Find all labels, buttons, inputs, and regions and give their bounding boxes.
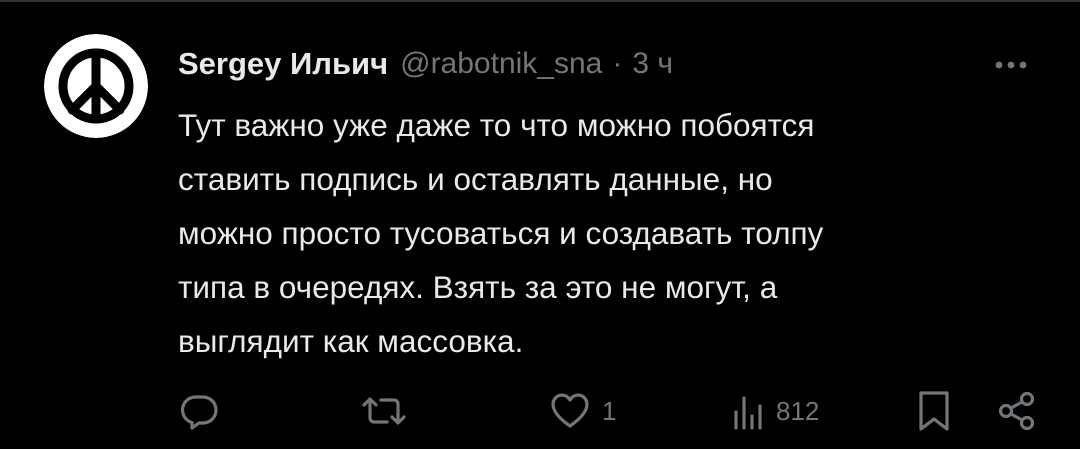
- author-handle[interactable]: @rabotnik_sna: [400, 47, 602, 81]
- repost-button[interactable]: [360, 388, 418, 434]
- more-icon: [995, 61, 1027, 69]
- share-icon: [998, 391, 1035, 431]
- repost-icon: [362, 397, 406, 425]
- tweet-actions: 1 812: [178, 388, 1040, 434]
- tweet-text: Тут важно уже даже то что можно побоятся…: [178, 107, 824, 359]
- avatar[interactable]: [44, 34, 148, 138]
- tweet-timestamp[interactable]: 3 ч: [632, 47, 673, 81]
- tweet[interactable]: Sergey Ильич @rabotnik_sna · 3 ч Тут важ…: [0, 2, 1080, 449]
- views-button[interactable]: 812: [730, 388, 819, 434]
- tweet-header: Sergey Ильич @rabotnik_sna · 3 ч: [178, 42, 673, 86]
- share-button[interactable]: [996, 388, 1038, 434]
- reply-icon: [180, 395, 218, 430]
- more-button[interactable]: [986, 48, 1036, 82]
- bookmark-icon: [919, 391, 949, 431]
- peace-sign-icon: [44, 34, 148, 138]
- header-separator: ·: [612, 47, 623, 80]
- heart-icon: [551, 393, 589, 428]
- reply-button[interactable]: [178, 388, 230, 434]
- views-icon: [734, 396, 762, 430]
- bookmark-button[interactable]: [916, 388, 952, 434]
- like-count: 1: [602, 395, 617, 426]
- like-button[interactable]: 1: [548, 388, 616, 434]
- author-display-name[interactable]: Sergey Ильич: [178, 46, 388, 82]
- views-count: 812: [776, 395, 820, 426]
